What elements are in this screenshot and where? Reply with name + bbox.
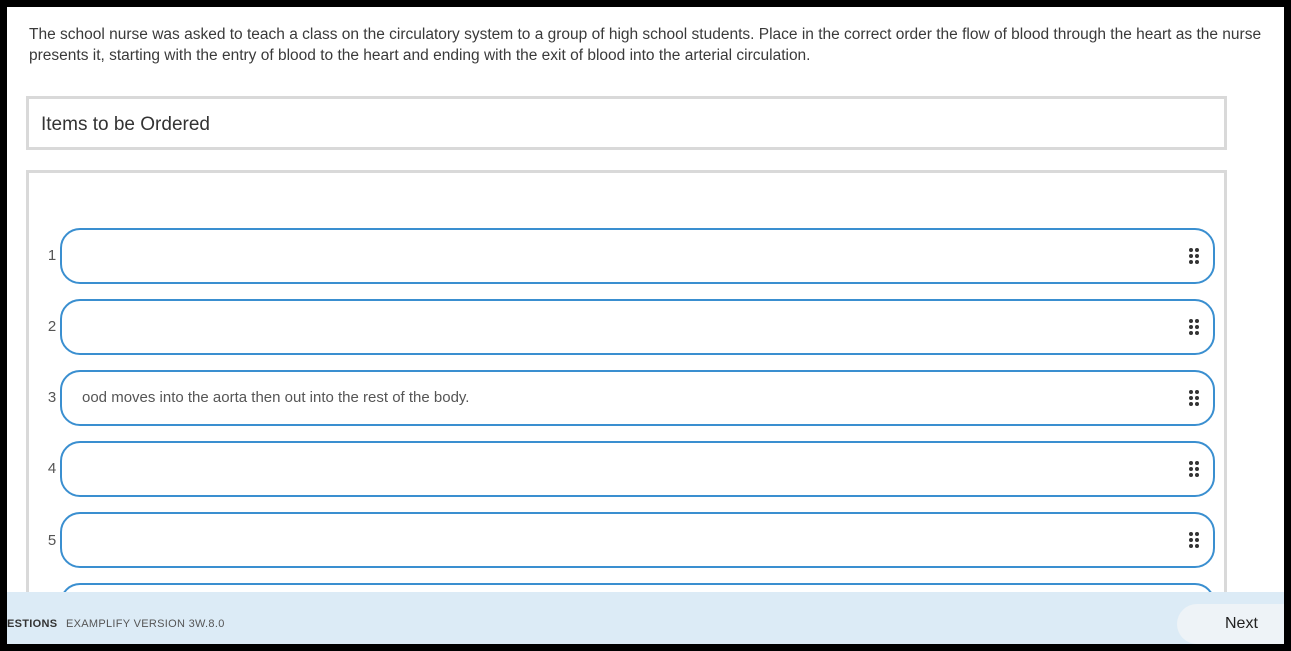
order-slot-3[interactable]: ood moves into the aorta then out into t… <box>60 370 1215 426</box>
order-slot-2[interactable] <box>60 299 1215 355</box>
drag-handle-icon[interactable] <box>1189 319 1199 335</box>
slot-number: 4 <box>47 460 57 477</box>
version-label: EXAMPLIFY VERSION 3W.8.0 <box>66 618 225 630</box>
questions-link[interactable]: ESTIONS <box>7 618 57 630</box>
order-slot-1[interactable] <box>60 228 1215 284</box>
question-text: The school nurse was asked to teach a cl… <box>29 26 1262 64</box>
drag-handle-icon[interactable] <box>1189 461 1199 477</box>
order-slot-4[interactable] <box>60 441 1215 497</box>
drag-handle-icon[interactable] <box>1189 532 1199 548</box>
slot-number: 5 <box>47 532 57 549</box>
exam-screen: The school nurse was asked to teach a cl… <box>7 7 1284 644</box>
slot-item-text: ood moves into the aorta then out into t… <box>82 389 470 406</box>
footer-bar: ESTIONS EXAMPLIFY VERSION 3W.8.0 Next <box>7 592 1284 644</box>
items-panel-title: Items to be Ordered <box>41 114 210 135</box>
items-to-be-ordered-panel: Items to be Ordered <box>26 96 1227 150</box>
next-button[interactable]: Next <box>1177 604 1284 644</box>
slot-number: 1 <box>47 247 57 264</box>
drag-handle-icon[interactable] <box>1189 390 1199 406</box>
order-slot-5[interactable] <box>60 512 1215 568</box>
drag-handle-icon[interactable] <box>1189 248 1199 264</box>
slot-number: 3 <box>47 389 57 406</box>
slot-number: 2 <box>47 318 57 335</box>
